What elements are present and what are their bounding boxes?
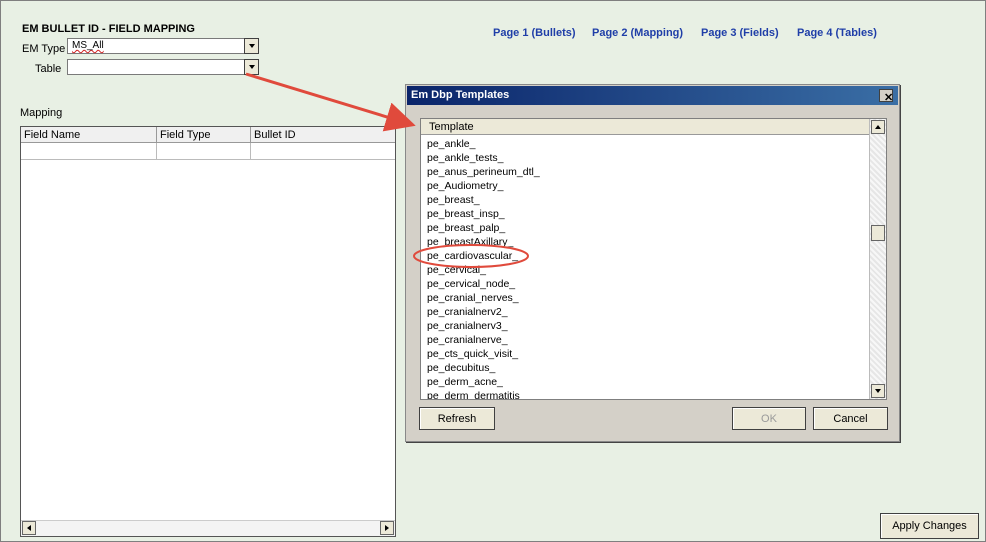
apply-changes-button[interactable]: Apply Changes <box>880 513 979 539</box>
annotation-overlay <box>245 72 529 268</box>
annotation-arrow <box>245 72 416 132</box>
annotation-circle <box>413 244 529 268</box>
